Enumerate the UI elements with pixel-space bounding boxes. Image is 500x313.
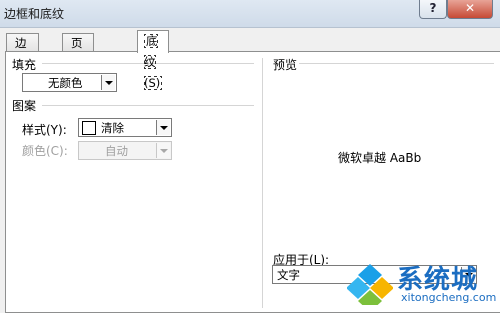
- fill-group-label: 填充: [12, 58, 37, 72]
- style-label: 样式(Y):: [22, 123, 67, 137]
- pattern-color-value: 自动: [105, 144, 128, 158]
- fill-color-dropdown[interactable]: 无颜色: [22, 73, 117, 92]
- pattern-swatch: [82, 121, 96, 135]
- watermark: 系统城 xitongcheng.com: [346, 262, 500, 312]
- pattern-separator: [42, 105, 254, 106]
- watermark-site: xitongcheng.com: [401, 291, 497, 304]
- pattern-style-value: 清除: [101, 121, 124, 135]
- preview-separator: [299, 63, 494, 64]
- pattern-style-dropdown[interactable]: 清除: [78, 118, 172, 137]
- chevron-down-icon: [156, 120, 170, 135]
- fill-color-value: 无颜色: [48, 76, 83, 90]
- apply-to-value: 文字: [277, 268, 300, 282]
- preview-sample-text: 微软卓越 AaBb: [338, 151, 422, 165]
- tab-borders[interactable]: 边框(B): [6, 33, 39, 86]
- chevron-down-icon: [101, 75, 115, 90]
- chevron-down-icon: [156, 143, 170, 158]
- window-title: 边框和底纹: [4, 7, 65, 21]
- pattern-color-dropdown[interactable]: 自动: [78, 141, 172, 160]
- help-button[interactable]: ?: [419, 0, 447, 19]
- close-button[interactable]: ✕: [447, 0, 493, 19]
- windows-logo-icon: [346, 264, 394, 312]
- title-bar: 边框和底纹 ? ✕: [0, 0, 500, 28]
- preview-label: 预览: [273, 58, 298, 72]
- color-label: 颜色(C):: [22, 144, 68, 158]
- tab-page-border[interactable]: 页面边框(P): [62, 33, 94, 122]
- pattern-group-label: 图案: [12, 99, 37, 113]
- vertical-divider: [262, 58, 263, 308]
- tab-shading[interactable]: 底纹(S): [137, 30, 170, 90]
